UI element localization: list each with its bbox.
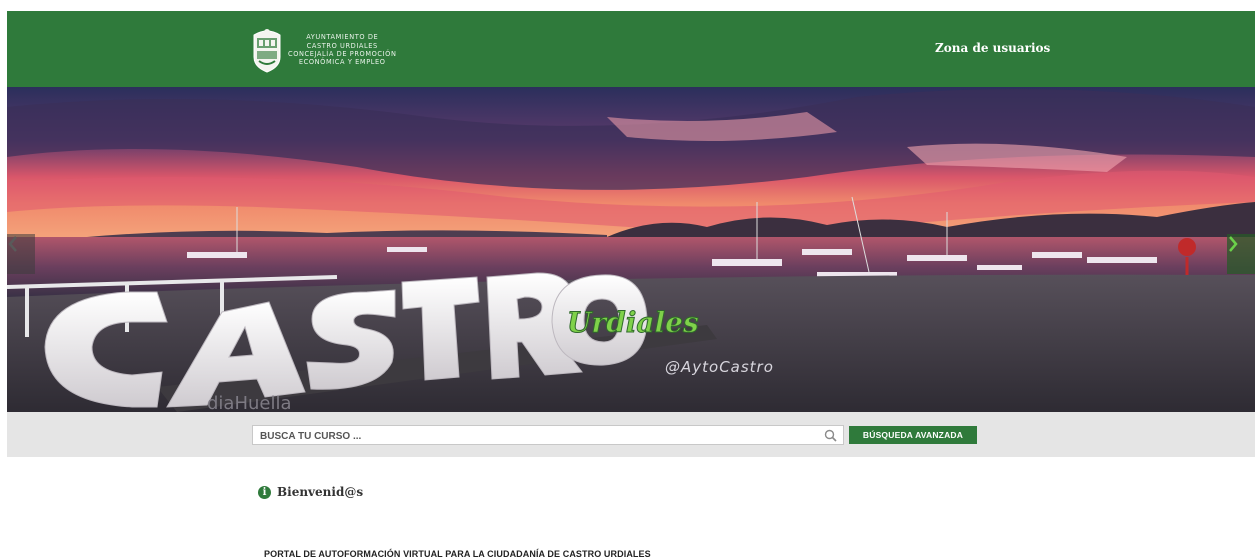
slider-next-button[interactable] <box>1227 234 1255 274</box>
hero-image: Urdiales diaHuella <box>7 87 1255 412</box>
site-logo[interactable]: AYUNTAMIENTO DE CASTRO URDIALES CONCEJAL… <box>250 26 420 74</box>
logo-text: AYUNTAMIENTO DE CASTRO URDIALES CONCEJAL… <box>288 33 397 67</box>
welcome-heading: i Bienvenid@s <box>258 485 363 499</box>
search-bar: BÚSQUEDA AVANZADA <box>7 412 1255 457</box>
search-icon[interactable] <box>824 429 837 442</box>
logo-line: AYUNTAMIENTO DE <box>306 33 379 42</box>
logo-line: CASTRO URDIALES <box>306 41 378 50</box>
course-search-input[interactable] <box>253 427 843 446</box>
sign-script-text: Urdiales <box>567 306 699 339</box>
portal-title: PORTAL DE AUTOFORMACIÓN VIRTUAL PARA LA … <box>264 549 651 557</box>
logo-line: ECONÓMICA Y EMPLEO <box>298 58 386 67</box>
chevron-right-icon <box>1229 236 1238 252</box>
search-box <box>252 425 844 446</box>
hero-slider: Urdiales diaHuella @AytoCastro <box>7 87 1255 412</box>
crest-icon <box>253 29 281 73</box>
hero-watermark: @AytoCastro <box>665 358 774 376</box>
chevron-left-icon <box>8 236 17 252</box>
ground-text: diaHuella <box>207 393 292 412</box>
user-zone-link[interactable]: Zona de usuarios <box>935 41 1050 55</box>
info-icon: i <box>258 485 271 499</box>
slider-prev-button[interactable] <box>7 234 35 274</box>
welcome-text: Bienvenid@s <box>277 485 364 499</box>
advanced-search-button[interactable]: BÚSQUEDA AVANZADA <box>849 426 977 444</box>
site-header: AYUNTAMIENTO DE CASTRO URDIALES CONCEJAL… <box>7 11 1255 87</box>
